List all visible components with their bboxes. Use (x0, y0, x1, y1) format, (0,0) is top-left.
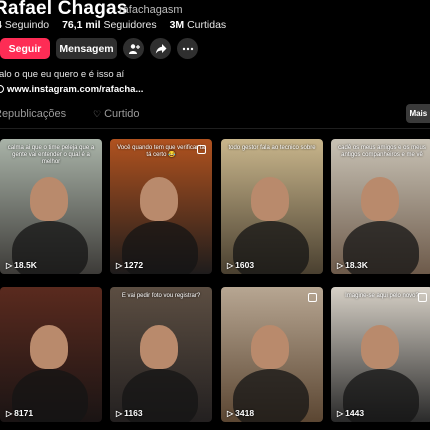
tab-curtido-label: Curtido (104, 108, 140, 120)
view-count: ▷ 18.3K (337, 260, 368, 270)
video-caption: calma ai que o time peleja que a gente v… (7, 145, 95, 165)
ellipsis-icon (182, 47, 193, 50)
view-count-text: 8171 (14, 408, 34, 418)
profile-link-text: www.instagram.com/rafacha... (7, 84, 144, 95)
view-count: ▷ 8171 (6, 408, 33, 418)
link-icon (0, 85, 4, 93)
video-caption: todo gestor fala ao tecnico sobre (228, 145, 316, 151)
more-options-button[interactable] (177, 38, 198, 59)
following-count[interactable]: 4 (0, 19, 2, 31)
video-card[interactable]: todo gestor fala ao tecnico sobre ▷ 1603 (221, 139, 323, 274)
play-icon: ▷ (116, 408, 123, 418)
following-label: Seguindo (4, 19, 50, 31)
video-thumbnail-person (30, 177, 68, 221)
multi-media-icon (308, 293, 317, 302)
video-card[interactable]: Você quando tem que verificar ta tá cert… (110, 139, 212, 274)
more-button[interactable]: Mais r (406, 104, 430, 123)
multi-media-icon (418, 293, 427, 302)
add-friend-button[interactable] (123, 38, 144, 59)
follow-button[interactable]: Seguir (0, 38, 50, 59)
followers-count[interactable]: 76,1 mil (62, 19, 101, 31)
view-count-text: 1443 (345, 408, 365, 418)
view-count: ▷ 18.5K (6, 260, 37, 270)
heart-icon: ♡ (93, 109, 102, 119)
view-count: ▷ 1603 (227, 260, 254, 270)
video-card[interactable]: E vai pedir foto vou registrar? ▷ 1163 (110, 287, 212, 422)
share-button[interactable] (150, 38, 171, 59)
video-card[interactable]: cadê os meus amigos e os meus antigos co… (331, 139, 430, 274)
play-icon: ▷ (227, 260, 234, 270)
play-icon: ▷ (337, 408, 344, 418)
add-user-icon (128, 43, 140, 54)
video-caption: cadê os meus amigos e os meus antigos co… (338, 145, 426, 158)
view-count: ▷ 3418 (227, 408, 254, 418)
video-caption: Imagine-se aqui pelo novo? (345, 293, 419, 299)
video-caption: E vai pedir foto vou registrar? (121, 293, 201, 299)
message-button[interactable]: Mensagem (56, 38, 117, 59)
view-count-text: 1603 (235, 260, 255, 270)
view-count-text: 18.3K (345, 260, 368, 270)
profile-stats: 4 Seguindo 76,1 mil Seguidores 3M Curtid… (0, 19, 236, 31)
likes-count: 3M (169, 19, 185, 31)
view-count-text: 1163 (124, 408, 143, 418)
followers-label: Seguidores (103, 19, 157, 31)
video-card[interactable]: Imagine-se aqui pelo novo? ▷ 1443 (331, 287, 430, 422)
likes-label: Curtidas (187, 19, 227, 31)
tab-divider (0, 128, 430, 129)
share-icon (155, 43, 166, 54)
video-card[interactable]: ▷ 3418 (221, 287, 323, 422)
tab-republicacoes[interactable]: Republicações (0, 108, 66, 120)
profile-handle: rafachagasm (119, 4, 183, 16)
multi-media-icon (197, 145, 206, 154)
view-count: ▷ 1272 (116, 260, 143, 270)
tab-curtido[interactable]: ♡ Curtido (93, 108, 140, 120)
video-thumbnail-person (251, 325, 289, 369)
video-thumbnail-person (140, 177, 178, 221)
view-count: ▷ 1163 (116, 408, 143, 418)
profile-link[interactable]: www.instagram.com/rafacha... (0, 84, 143, 95)
view-count-text: 18.5K (14, 260, 37, 270)
video-card[interactable]: calma ai que o time peleja que a gente v… (0, 139, 102, 274)
profile-name: Rafael Chagas (0, 0, 128, 19)
video-caption: Você quando tem que verificar ta tá cert… (117, 145, 205, 158)
video-thumbnail-person (140, 325, 178, 369)
view-count-text: 3418 (235, 408, 255, 418)
video-thumbnail-person (251, 177, 289, 221)
view-count: ▷ 1443 (337, 408, 364, 418)
video-thumbnail-person (30, 325, 68, 369)
view-count-text: 1272 (124, 260, 144, 270)
play-icon: ▷ (6, 260, 13, 270)
tab-republicacoes-label: Republicações (0, 108, 67, 120)
video-thumbnail-person (361, 325, 399, 369)
play-icon: ▷ (6, 408, 13, 418)
play-icon: ▷ (227, 408, 234, 418)
profile-bio: alo o que eu quero e é isso aí (0, 69, 125, 80)
play-icon: ▷ (337, 260, 344, 270)
video-thumbnail-person (361, 177, 399, 221)
video-card[interactable]: ▷ 8171 (0, 287, 102, 422)
play-icon: ▷ (116, 260, 123, 270)
